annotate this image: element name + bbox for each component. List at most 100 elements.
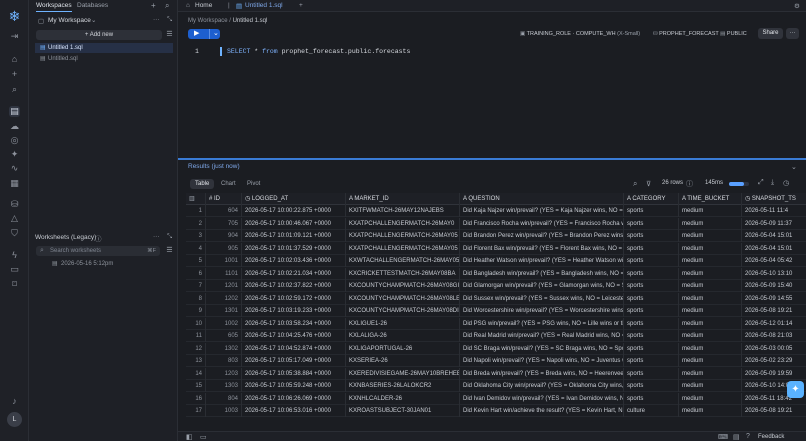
search-icon[interactable]: ⌕ [9,84,20,95]
table-cell[interactable]: 2026-05-09 15:40 [742,280,806,292]
table-cell[interactable]: KXEREDIVISIEGAME-26MAY10BREHEE [346,367,460,380]
table-cell[interactable]: medium [679,255,742,267]
table-cell[interactable]: 1101 [206,267,242,280]
chat-icon[interactable]: ▭ [9,264,20,275]
table-cell[interactable]: 1203 [206,367,242,380]
table-cell[interactable]: 2026-05-09 19:59 [742,368,806,380]
table-cell[interactable]: KXATPCHALLENGERMATCH-26MAY05 [346,230,460,242]
table-cell[interactable]: sports [624,280,679,292]
table-row[interactable]: 11 605 2026-05-17 10:04:25.476 +0000 KXLALI… [186,330,806,342]
tab-home[interactable]: Home [195,2,212,9]
table-cell[interactable]: medium [679,392,742,405]
table-cell[interactable]: 605 [206,330,242,342]
table-cell[interactable]: 2026-05-02 23:29 [742,355,806,367]
table-cell[interactable]: 2026-05-17 10:00:22.875 +0000 [242,205,346,217]
info-icon[interactable]: ⓘ [95,233,102,243]
table-cell[interactable]: KXSERIEA-26 [346,355,460,367]
table-cell[interactable]: 2026-05-08 19:21 [742,405,806,417]
table-row[interactable]: 7 1201 2026-05-17 10:02:37.822 +0000 KXCOUN… [186,280,806,292]
table-cell[interactable]: 1201 [206,280,242,292]
search-worksheets-input[interactable]: ⌕ Search worksheets ⌘F [36,246,160,256]
table-cell[interactable]: 2026-05-17 10:06:26.069 +0000 [242,392,346,405]
table-cell[interactable]: Did Heather Watson win/prevail? (YES = H… [460,255,624,267]
assistant-fab-icon[interactable]: ✦ [787,381,804,398]
table-cell[interactable]: 1302 [206,342,242,355]
settings-gear-icon[interactable]: ⚙ [794,2,800,10]
table-row[interactable]: 8 1202 2026-05-17 10:02:59.172 +0000 KXCOUN… [186,292,806,305]
tab-pivot[interactable]: Pivot [242,179,265,189]
table-cell[interactable]: 804 [206,392,242,405]
file-item-untitled-1[interactable]: ▤ Untitled 1.sql [35,43,173,53]
home-icon[interactable]: ⌂ [9,54,20,65]
grid-icon[interactable]: ▦ [9,178,20,189]
column-header-category[interactable]: A CATEGORY [624,193,679,205]
table-cell[interactable]: medium [679,267,742,280]
shield-icon[interactable]: ⛉ [9,228,20,239]
table-cell[interactable]: 2026-05-17 10:04:52.874 +0000 [242,342,346,355]
keyboard-icon[interactable]: ⌨ [718,433,728,441]
table-cell[interactable]: sports [624,205,679,217]
collapse-sidebar-icon[interactable]: ⇥ [9,31,20,42]
table-cell[interactable]: sports [624,242,679,255]
table-cell[interactable]: 2026-05-17 10:05:38.884 +0000 [242,367,346,380]
collapse-icon[interactable]: ⤡ [167,233,172,241]
table-cell[interactable]: Did Oklahoma City win/prevail? (YES = Ok… [460,380,624,392]
table-cell[interactable]: 2026-05-17 10:01:09.121 +0000 [242,230,346,242]
column-header-snapshot-ts[interactable]: ◷ SNAPSHOT_TS [742,193,806,205]
collapse-results-icon[interactable]: ⌄ [791,163,797,171]
table-cell[interactable]: Did Worcestershire win/prevail? (YES = W… [460,305,624,317]
triangle-icon[interactable]: △ [9,213,20,224]
legacy-worksheet-item[interactable]: ▤ 2026-05-16 5:12pm [35,259,173,269]
help-icon[interactable]: ? [746,433,750,440]
table-cell[interactable]: medium [679,292,742,305]
table-cell[interactable]: medium [679,217,742,230]
table-cell[interactable]: 2026-05-17 10:06:53.016 +0000 [242,405,346,417]
history-clock-icon[interactable]: ◷ [783,179,789,187]
table-cell[interactable]: 2026-05-04 15:01 [742,243,806,255]
table-cell[interactable]: 2026-05-17 10:02:03.436 +0000 [242,255,346,267]
table-cell[interactable]: culture [624,405,679,417]
table-cell[interactable]: KXROASTSUBJECT-30JAN01 [346,405,460,417]
table-cell[interactable]: sports [624,292,679,305]
run-button[interactable]: ▶ ⌄ [188,29,220,39]
table-cell[interactable]: KXATPCHALLENGERMATCH-26MAY05 [346,242,460,255]
projects-icon[interactable]: ◎ [9,135,20,146]
breadcrumb-workspace[interactable]: My Workspace [188,18,228,24]
table-row[interactable]: 5 1001 2026-05-17 10:02:03.436 +0000 KXWTAC… [186,255,806,267]
table-row[interactable]: 2 705 2026-05-17 10:00:46.067 +0000 KXATPCH… [186,217,806,230]
share-button[interactable]: Share [758,28,783,39]
cloud-icon[interactable]: ☁ [9,121,20,132]
table-cell[interactable]: 1001 [206,255,242,267]
tab-chart[interactable]: Chart [216,179,241,189]
plus-icon[interactable]: + [9,69,20,80]
table-cell[interactable]: Did Breda win/prevail? (YES = Breda wins… [460,367,624,380]
table-cell[interactable]: KXCRICKETTESTMATCH-26MAY08BA [346,267,460,280]
filter-icon[interactable]: ☰ [165,30,174,40]
table-row[interactable]: 3 904 2026-05-17 10:01:09.121 +0000 KXATPCH… [186,230,806,242]
table-row[interactable]: 1 604 2026-05-17 10:00:22.875 +0000 KXITFWM… [186,205,806,217]
table-cell[interactable]: medium [679,205,742,217]
table-cell[interactable]: Did SC Braga win/prevail? (YES = SC Brag… [460,342,624,355]
table-row[interactable]: 4 905 2026-05-17 10:01:37.529 +0000 KXATPCH… [186,242,806,255]
column-header-market-id[interactable]: A MARKET_ID [346,193,460,205]
column-header-id[interactable]: # ID [206,193,242,205]
table-cell[interactable]: 1002 [206,317,242,330]
table-cell[interactable]: KXITFWMATCH-26MAY12NAJEBS [346,205,460,217]
more-options-icon[interactable]: ··· [153,16,160,23]
collapse-icon[interactable]: ⤡ [167,16,172,24]
role-warehouse-selector[interactable]: ▣ TRAINING_ROLE · COMPUTE_WH (X-Small) [520,31,640,37]
table-cell[interactable]: medium [679,230,742,242]
table-cell[interactable]: 2026-05-11 11:4 [742,205,806,217]
table-cell[interactable]: sports [624,317,679,330]
table-cell[interactable]: medium [679,405,742,417]
table-cell[interactable]: sports [624,305,679,317]
monitoring-icon[interactable]: ∿ [9,163,20,174]
filter-icon[interactable]: ⊽ [646,180,651,188]
table-cell[interactable]: KXCOUNTYCHAMPMATCH-26MAY08LE [346,292,460,305]
table-cell[interactable]: medium [679,242,742,255]
panel-icon[interactable]: ▤ [733,433,740,441]
file-item-untitled[interactable]: ▤ Untitled.sql [35,54,173,64]
table-cell[interactable]: KXWTACHALLENGERMATCH-26MAY05 [346,255,460,267]
table-cell[interactable]: 2026-05-17 10:00:46.067 +0000 [242,217,346,230]
layout-panel-icon[interactable]: ▭ [200,433,207,441]
